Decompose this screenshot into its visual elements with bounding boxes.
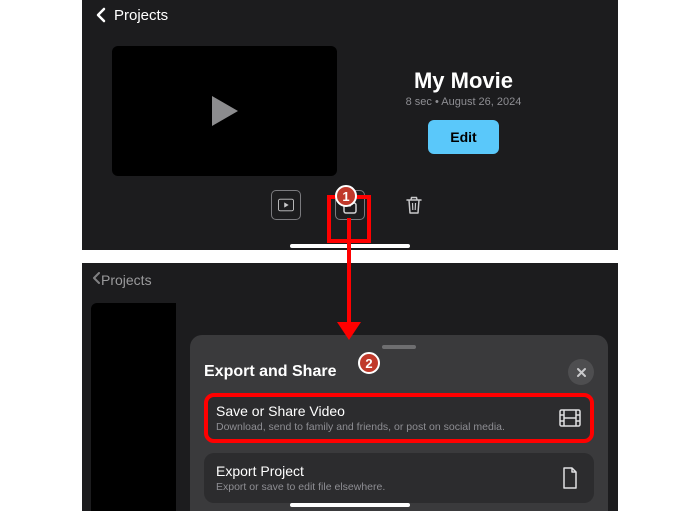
- project-meta: My Movie 8 sec • August 26, 2024 Edit: [337, 46, 590, 176]
- option-export-project[interactable]: Export Project Export or save to edit fi…: [204, 453, 594, 503]
- close-icon: [576, 367, 587, 378]
- nav-back-label-dim: Projects: [101, 272, 152, 288]
- dimmed-thumbnail: [91, 303, 176, 511]
- chevron-left-icon: [92, 6, 110, 24]
- project-subtitle: 8 sec • August 26, 2024: [406, 96, 522, 108]
- home-indicator: [290, 503, 410, 507]
- play-button[interactable]: [271, 190, 301, 220]
- sheet-grabber-icon[interactable]: [382, 345, 416, 349]
- option-title: Save or Share Video: [216, 403, 505, 419]
- export-share-sheet: Export and Share Save or Share Video Dow…: [190, 335, 608, 511]
- video-thumbnail[interactable]: [112, 46, 337, 176]
- play-icon: [212, 96, 238, 126]
- nav-back-label: Projects: [114, 7, 168, 24]
- document-icon: [558, 466, 582, 490]
- sheet-header: Export and Share: [204, 359, 594, 385]
- option-desc: Export or save to edit file elsewhere.: [216, 481, 385, 493]
- project-detail-screen: Projects My Movie 8 sec • August 26, 202…: [82, 0, 618, 250]
- option-title: Export Project: [216, 463, 385, 479]
- sheet-title: Export and Share: [204, 363, 336, 381]
- callout-1: 1: [335, 185, 357, 207]
- callout-2: 2: [358, 352, 380, 374]
- option-text: Save or Share Video Download, send to fa…: [216, 403, 505, 433]
- film-icon: [558, 406, 582, 430]
- nav-back[interactable]: Projects: [82, 0, 618, 30]
- arrow-head-icon: [337, 322, 361, 340]
- chevron-left-icon: [92, 271, 101, 288]
- project-row: My Movie 8 sec • August 26, 2024 Edit: [82, 30, 618, 178]
- option-desc: Download, send to family and friends, or…: [216, 421, 505, 433]
- project-title: My Movie: [414, 68, 513, 94]
- option-text: Export Project Export or save to edit fi…: [216, 463, 385, 493]
- arrow-line: [347, 218, 351, 328]
- option-save-share-video[interactable]: Save or Share Video Download, send to fa…: [204, 393, 594, 443]
- edit-button[interactable]: Edit: [428, 120, 498, 154]
- close-button[interactable]: [568, 359, 594, 385]
- delete-button[interactable]: [399, 190, 429, 220]
